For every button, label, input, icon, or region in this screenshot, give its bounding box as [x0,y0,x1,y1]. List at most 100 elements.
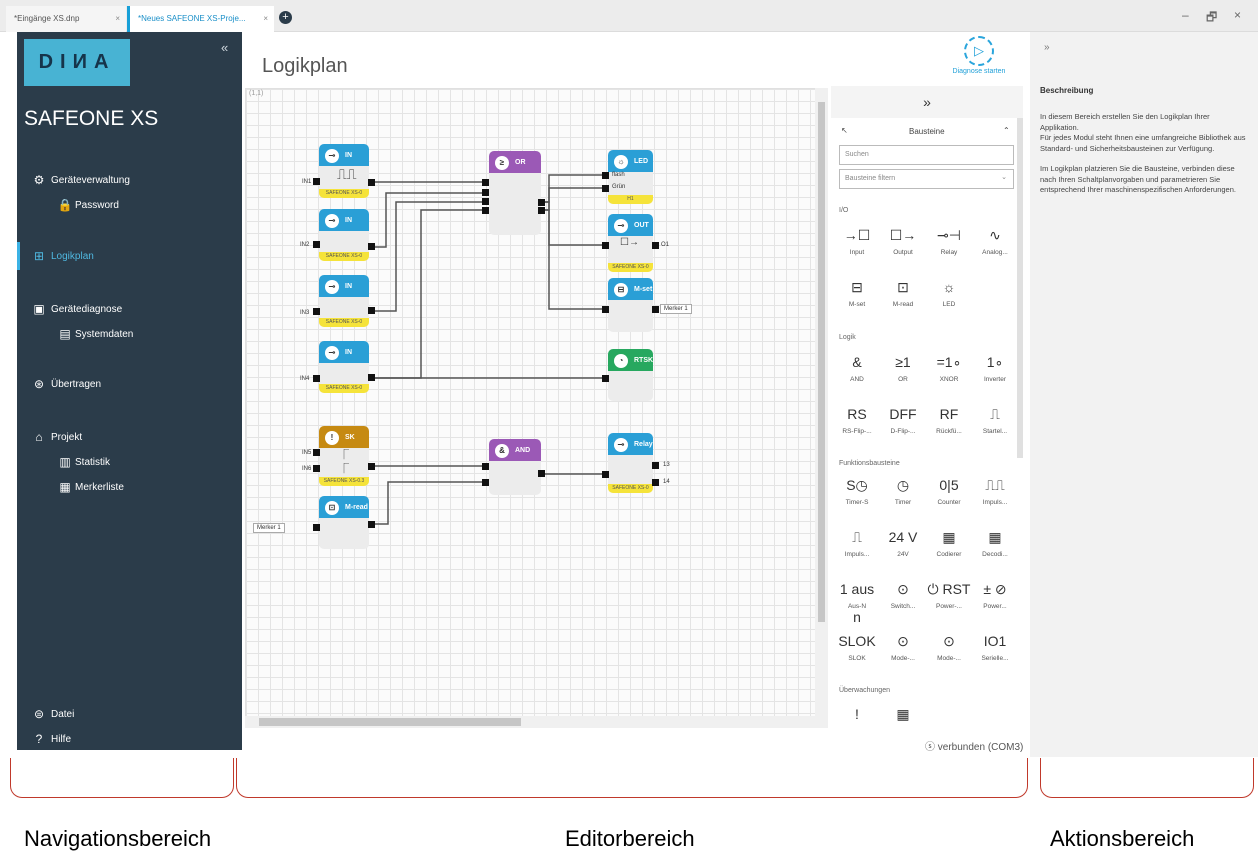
library-tile[interactable]: 24 V 24V [881,523,925,573]
library-tile[interactable]: ▦ Decodi... [973,523,1017,573]
output-pin[interactable] [652,479,659,486]
input-pin[interactable] [602,185,609,192]
library-tile[interactable]: ! [835,700,879,730]
library-tile[interactable]: ▦ [881,700,925,730]
nav-item-geraeteverwaltung[interactable]: ⚙ Geräteverwaltung [17,170,130,190]
library-tile[interactable]: S◷ Timer-S [835,471,879,521]
output-pin[interactable] [368,243,375,250]
block-relay[interactable]: ⊸ Relay SAFEONE XS-0 [608,433,653,493]
block-out[interactable]: ⊸ OUT ☐→ SAFEONE XS-0 [608,214,653,272]
library-tile[interactable]: ⊙ Mode-... [881,627,925,677]
output-pin[interactable] [368,307,375,314]
library-tile[interactable]: IO1 Serielle... [973,627,1017,677]
library-tile[interactable]: ☼ LED [927,273,971,323]
block-rtsk[interactable]: ◔ RTSK [608,349,653,401]
block-m-set[interactable]: ⊟ M-set [608,278,653,332]
block-led[interactable]: ☼ LED flash Grün H1 [608,150,653,204]
input-pin[interactable] [313,241,320,248]
nav-item-logikplan[interactable]: ⊞ Logikplan [17,242,94,270]
close-icon[interactable]: × [263,14,268,23]
library-tile[interactable]: ⎍ Impuls... [835,523,879,573]
category-io[interactable]: I/O [839,207,848,214]
input-pin[interactable] [482,198,489,205]
output-pin[interactable] [368,374,375,381]
input-pin[interactable] [602,306,609,313]
block-m-read[interactable]: ⊡ M-read [319,496,369,549]
library-tile[interactable]: & AND [835,348,879,398]
search-input[interactable]: Suchen [839,145,1014,165]
library-expand-button[interactable]: » [831,86,1023,118]
block-or[interactable]: ≥ OR [489,151,541,235]
library-tile[interactable]: 1 aus n Aus-N [835,575,879,625]
output-pin[interactable] [368,179,375,186]
output-pin[interactable] [652,242,659,249]
input-pin[interactable] [602,172,609,179]
block-in-3[interactable]: ⊸ IN SAFEONE XS-0 [319,275,369,327]
library-tile[interactable]: ⊙ Switch... [881,575,925,625]
library-tile[interactable]: ☐→ Output [881,221,925,271]
library-tile[interactable]: →☐ Input [835,221,879,271]
block-in-4[interactable]: ⊸ IN SAFEONE XS-0 [319,341,369,393]
logic-canvas[interactable]: (1,1) ⊸ IN ⎍⎍ SAFEONE XS-0 IN1 ⊸ IN SAFEON… [245,88,828,728]
input-pin[interactable] [313,465,320,472]
library-tile[interactable]: ⎍⎍ Impuls... [973,471,1017,521]
output-pin[interactable] [652,462,659,469]
horizontal-scrollbar[interactable] [245,716,828,728]
input-pin[interactable] [602,242,609,249]
close-window-icon[interactable]: × [1234,8,1241,22]
restore-icon[interactable]: 🗗 [1206,8,1217,29]
input-pin[interactable] [482,479,489,486]
library-tile[interactable]: ▦ Codierer [927,523,971,573]
block-in-2[interactable]: ⊸ IN SAFEONE XS-0 [319,209,369,261]
nav-item-uebertragen[interactable]: ⊛ Übertragen [17,374,101,394]
vertical-scrollbar[interactable] [815,88,828,718]
library-tile[interactable]: ⊙ Mode-... [927,627,971,677]
library-tile[interactable]: 0|5 Counter [927,471,971,521]
input-pin[interactable] [482,463,489,470]
input-pin[interactable] [602,375,609,382]
library-tile[interactable]: ⊡ M-read [881,273,925,323]
scroll-thumb[interactable] [818,102,825,622]
library-tile[interactable]: ◷ Timer [881,471,925,521]
nav-item-systemdaten[interactable]: ▤ Systemdaten [17,324,133,344]
collapse-icon[interactable]: « [221,40,228,55]
minimize-icon[interactable]: – [1182,8,1189,22]
input-pin[interactable] [313,178,320,185]
library-tile[interactable]: ± ⊘ Power... [973,575,1017,625]
chevron-up-icon[interactable]: ⌃ [1003,126,1010,135]
expand-icon[interactable]: » [1044,42,1050,53]
category-funktionsbausteine[interactable]: Funktionsbausteine [839,460,900,467]
tab-neues-projekt[interactable]: *Neues SAFEONE XS-Proje... × [127,6,274,32]
library-tile[interactable]: ⊟ M-set [835,273,879,323]
block-sk[interactable]: ! SK ⎾ ⎾ SAFEONE XS-0.3 [319,426,369,486]
library-scrollbar[interactable] [1017,118,1023,458]
input-pin[interactable] [313,449,320,456]
library-tile[interactable]: RS RS-Flip-... [835,400,879,450]
nav-item-password[interactable]: 🔒 Password [17,195,119,215]
nav-item-datei[interactable]: ⊜ Datei [17,704,74,724]
output-pin[interactable] [538,199,545,206]
category-ueberwachungen[interactable]: Überwachungen [839,687,890,694]
library-tile[interactable]: ∿ Analog... [973,221,1017,271]
input-pin[interactable] [482,189,489,196]
library-tile[interactable]: DFF D-Flip-... [881,400,925,450]
input-pin[interactable] [602,471,609,478]
output-pin[interactable] [538,207,545,214]
input-pin[interactable] [482,207,489,214]
output-pin[interactable] [368,463,375,470]
category-logik[interactable]: Logik [839,334,856,341]
pointer-icon[interactable]: ↖ [841,126,848,135]
library-tile[interactable]: ⎍ Startel... [973,400,1017,450]
input-pin[interactable] [482,179,489,186]
block-in-1[interactable]: ⊸ IN ⎍⎍ SAFEONE XS-0 [319,144,369,198]
library-tile[interactable]: ⏻ RST Power-... [927,575,971,625]
input-pin[interactable] [313,524,320,531]
library-tile[interactable]: SLOK SLOK [835,627,879,677]
nav-item-hilfe[interactable]: ? Hilfe [17,729,71,749]
filter-select[interactable]: Bausteine filtern ⌄ [839,169,1014,189]
scroll-thumb[interactable] [259,718,521,726]
library-tile[interactable]: ≥1 OR [881,348,925,398]
output-pin[interactable] [538,470,545,477]
output-pin[interactable] [652,306,659,313]
library-tile[interactable]: RF Rückfü... [927,400,971,450]
